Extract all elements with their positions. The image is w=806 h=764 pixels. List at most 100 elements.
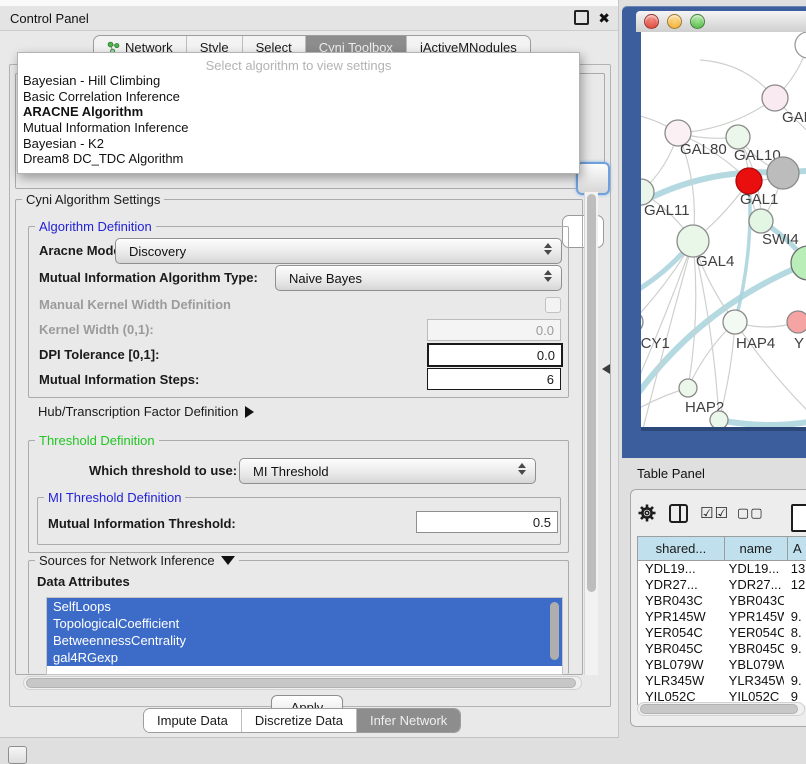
table-cell[interactable]: YER054C <box>722 625 784 641</box>
column-header[interactable]: shared... <box>638 537 725 560</box>
dropdown-item[interactable]: Bayesian - Hill Climbing <box>18 73 579 89</box>
network-window-titlebar[interactable] <box>636 11 806 32</box>
table-row[interactable]: YPR145WYPR145W9. <box>638 609 806 625</box>
table-widget: ☑☑ ▢▢ shared... name A YDL19...YDL19...1… <box>630 489 806 727</box>
graph-node-swi4[interactable] <box>749 209 773 233</box>
settings-vscrollbar-track[interactable] <box>584 192 598 675</box>
table-row[interactable]: YBR043CYBR043C <box>638 593 806 609</box>
table-hscrollbar-thumb[interactable] <box>640 704 798 714</box>
list-vscrollbar-thumb[interactable] <box>550 602 559 660</box>
table-cell[interactable]: YDL19... <box>722 561 784 577</box>
graph-node[interactable] <box>791 246 806 280</box>
dropdown-item-selected[interactable]: ARACNE Algorithm <box>18 104 579 120</box>
columns-icon[interactable] <box>669 504 688 523</box>
settings-hscrollbar-thumb[interactable] <box>26 678 576 688</box>
graph-node-gcy1[interactable] <box>641 311 643 333</box>
table-cell[interactable]: 12 <box>784 577 806 593</box>
list-item[interactable]: TopologicalCoefficient <box>47 615 562 632</box>
table-cell[interactable]: YLR345W <box>722 673 784 689</box>
gear-icon[interactable] <box>638 504 656 522</box>
table-row[interactable]: YBL079WYBL079W <box>638 657 806 673</box>
network-canvas[interactable]: GALGAL80GAL10GAL1GAL11SWI4GAL4GCY1HAP4YH… <box>641 32 806 427</box>
which-threshold-combobox[interactable]: MI Threshold <box>239 458 536 484</box>
graph-edge[interactable] <box>688 241 696 388</box>
table-row[interactable]: YER054CYER054C8. <box>638 625 806 641</box>
float-window-icon[interactable] <box>574 10 589 25</box>
settings-hscrollbar[interactable] <box>23 676 582 690</box>
table-cell[interactable]: YBL079W <box>638 657 722 673</box>
table-cell[interactable] <box>784 593 806 609</box>
hub-definition-expander[interactable]: Hub/Transcription Factor Definition <box>38 404 254 419</box>
table-row[interactable]: YDL19...YDL19...13 <box>638 561 806 577</box>
list-item[interactable]: BetweennessCentrality <box>47 632 562 649</box>
table-cell[interactable]: YDR27... <box>638 577 722 593</box>
sources-title-wrap[interactable]: Sources for Network Inference <box>35 553 239 568</box>
close-traffic-light-icon[interactable] <box>644 14 659 29</box>
list-item[interactable]: gal4RGexp <box>47 649 562 666</box>
tab-discretize-data[interactable]: Discretize Data <box>242 709 357 732</box>
table-cell[interactable]: YPR145W <box>722 609 784 625</box>
graph-node-y[interactable] <box>787 311 806 333</box>
list-item[interactable]: SelfLoops <box>47 598 562 615</box>
network-graph[interactable]: GALGAL80GAL10GAL1GAL11SWI4GAL4GCY1HAP4YH… <box>641 32 806 427</box>
deselect-all-checkboxes-icon[interactable]: ▢▢ <box>737 506 764 521</box>
dropdown-item[interactable]: Mutual Information Inference <box>18 120 579 136</box>
table-cell[interactable]: YPR145W <box>638 609 722 625</box>
table-cell[interactable]: YLR345W <box>638 673 722 689</box>
table-cell[interactable]: YDL19... <box>638 561 722 577</box>
dropdown-item[interactable]: Bayesian - K2 <box>18 136 579 152</box>
graph-node-hap2[interactable] <box>679 379 697 397</box>
close-icon[interactable]: ✖ <box>598 11 610 25</box>
mi-threshold-label: Mutual Information Threshold: <box>48 516 236 531</box>
table-cell[interactable]: 9. <box>784 641 806 657</box>
graph-node-hap4[interactable] <box>723 310 747 334</box>
algorithm-combobox-fragment[interactable] <box>576 162 610 195</box>
kernel-width-field[interactable]: 0.0 <box>427 319 561 341</box>
table-row[interactable]: YBR045CYBR045C9. <box>638 641 806 657</box>
dropdown-item[interactable]: Basic Correlation Inference <box>18 89 579 105</box>
graph-node-gal10[interactable] <box>726 125 750 149</box>
table-cell[interactable]: YER054C <box>638 625 722 641</box>
column-header[interactable]: name <box>725 537 788 560</box>
graph-node[interactable] <box>795 32 806 58</box>
table-row[interactable]: YLR345WYLR345W9. <box>638 673 806 689</box>
table-cell[interactable]: YBR043C <box>638 593 722 609</box>
tab-impute-data[interactable]: Impute Data <box>144 709 242 732</box>
graph-node[interactable] <box>710 411 728 427</box>
graph-edge[interactable] <box>719 420 806 425</box>
table-cell[interactable]: YDR27... <box>722 577 784 593</box>
mi-threshold-field[interactable]: 0.5 <box>416 511 558 533</box>
table-hscrollbar[interactable] <box>637 702 805 716</box>
page-icon[interactable] <box>791 504 806 532</box>
graph-node[interactable] <box>767 157 799 189</box>
column-header[interactable]: A <box>788 537 806 560</box>
table-cell[interactable]: YBL079W <box>722 657 784 673</box>
dpi-tolerance-field[interactable]: 0.0 <box>427 343 563 367</box>
table-cell[interactable]: YBR045C <box>638 641 722 657</box>
dropdown-prompt: Select algorithm to view settings <box>18 53 579 73</box>
data-attributes-list[interactable]: SelfLoops TopologicalCoefficient Between… <box>46 597 563 675</box>
graph-edge[interactable] <box>678 98 775 133</box>
table-cell[interactable] <box>784 657 806 673</box>
table-cell[interactable]: 13 <box>784 561 806 577</box>
minimize-traffic-light-icon[interactable] <box>667 14 682 29</box>
settings-vscrollbar-thumb[interactable] <box>587 194 596 592</box>
table-cell[interactable]: 8. <box>784 625 806 641</box>
select-all-checkboxes-icon[interactable]: ☑☑ <box>700 504 729 522</box>
tab-infer-network[interactable]: Infer Network <box>357 709 460 732</box>
dropdown-item[interactable]: Dream8 DC_TDC Algorithm <box>18 151 579 167</box>
table-cell[interactable]: 9. <box>784 609 806 625</box>
mi-type-combobox[interactable]: Naive Bayes <box>275 265 562 291</box>
manual-kernel-checkbox[interactable] <box>545 297 561 313</box>
mi-steps-field[interactable]: 6 <box>427 368 561 390</box>
table-cell[interactable]: 9. <box>784 673 806 689</box>
table-cell[interactable]: YBR045C <box>722 641 784 657</box>
table-row[interactable]: YDR27...YDR27...12 <box>638 577 806 593</box>
tab-discretize-data-label: Discretize Data <box>255 713 343 728</box>
mi-type-value: Naive Bayes <box>276 271 362 286</box>
dock-panel-icon[interactable] <box>8 746 27 764</box>
table-cell[interactable]: YBR043C <box>722 593 784 609</box>
zoom-traffic-light-icon[interactable] <box>690 14 705 29</box>
graph-node-gal[interactable] <box>762 85 788 111</box>
aracne-mode-combobox[interactable]: Discovery <box>115 238 562 264</box>
